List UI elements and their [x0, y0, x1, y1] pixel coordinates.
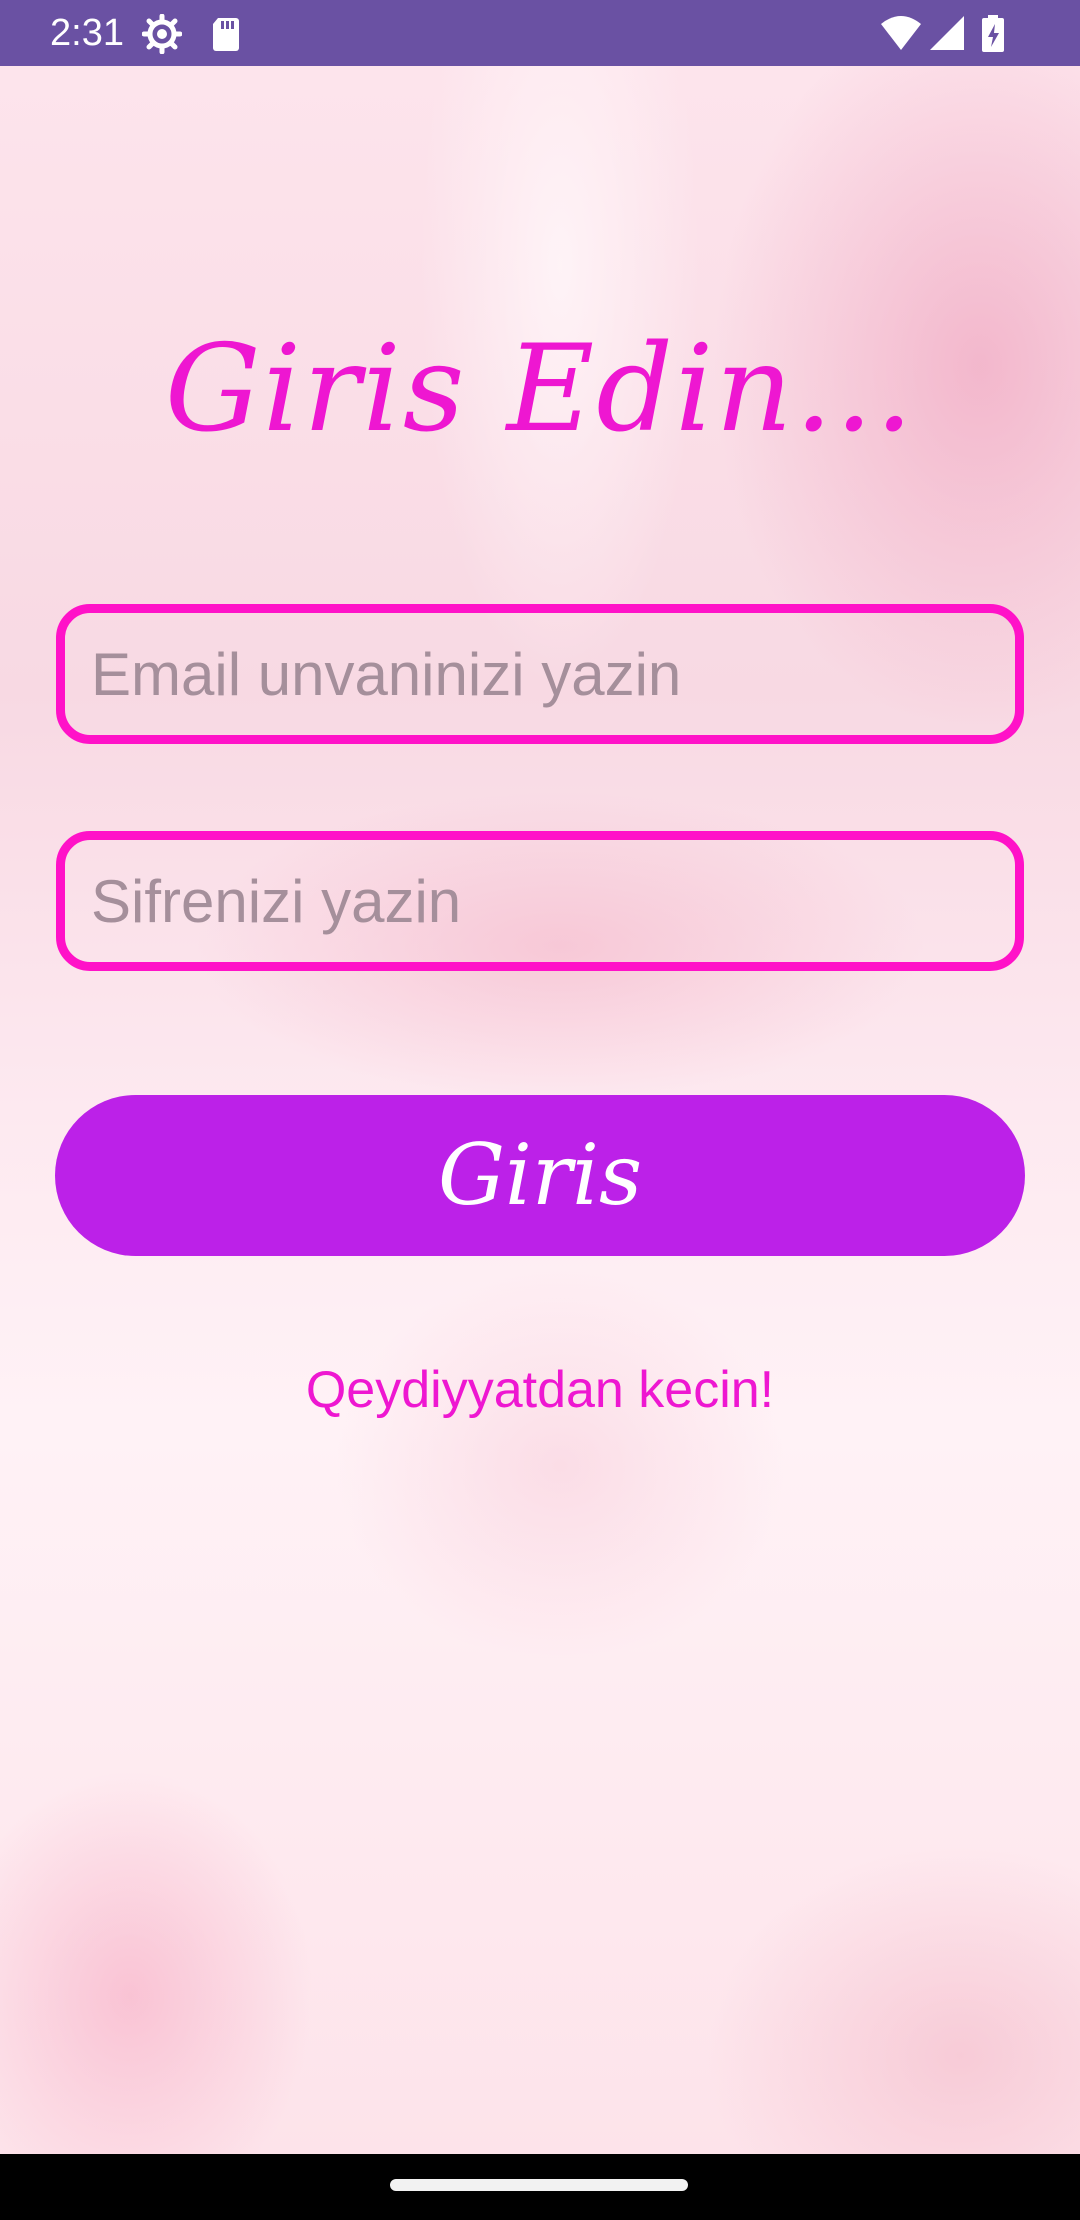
page-title: Giris Edin...	[164, 320, 916, 459]
login-button[interactable]: Giris	[55, 1095, 1025, 1256]
status-bar: 2:31	[0, 0, 1080, 66]
navigation-bar	[0, 2154, 1080, 2220]
password-field[interactable]	[56, 831, 1024, 971]
battery-charging-icon	[978, 14, 1018, 54]
sd-card-icon	[206, 14, 246, 54]
gear-icon	[141, 13, 183, 55]
home-gesture-handle[interactable]	[390, 2179, 688, 2191]
register-link[interactable]: Qeydiyyatdan kecin!	[0, 1355, 1080, 1425]
email-field[interactable]	[56, 604, 1024, 744]
cell-signal-icon	[928, 14, 968, 54]
wifi-icon	[880, 14, 921, 54]
status-time: 2:31	[50, 12, 124, 54]
